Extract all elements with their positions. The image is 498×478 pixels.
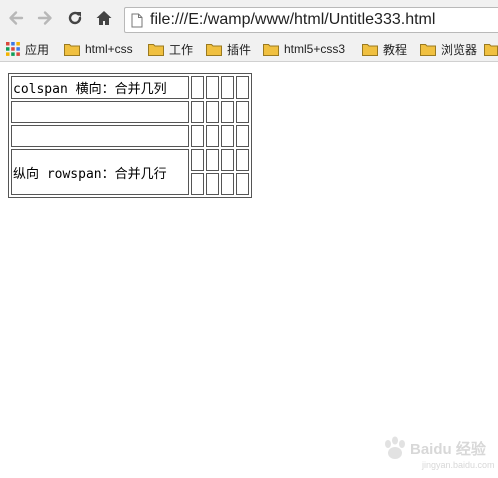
back-button[interactable] — [6, 8, 26, 28]
table-cell — [191, 173, 204, 195]
bookmark-label: html+css — [85, 42, 133, 56]
bookmark-label: 工作 — [169, 42, 194, 57]
table-cell — [236, 173, 249, 195]
back-icon — [9, 11, 24, 25]
table-row: 纵向 rowspan：合并几行 — [11, 149, 249, 195]
table-cell — [191, 76, 204, 99]
forward-icon — [37, 11, 52, 25]
table-cell — [206, 76, 219, 99]
watermark-text: Baidu 经验 — [410, 441, 486, 458]
page-icon — [131, 13, 143, 28]
reload-icon — [68, 11, 82, 25]
table-cell — [11, 125, 189, 147]
folder-icon — [263, 43, 279, 56]
bookmark-work[interactable]: 工作 — [148, 40, 193, 58]
bookmark-label: html5+css3 — [284, 42, 346, 56]
bookmark-label: 插件 — [227, 42, 252, 57]
folder-icon — [362, 43, 378, 56]
table-cell — [206, 101, 219, 123]
bookmarks-bar: 应用 html+css 工作 插件 html5+css3 教程 浏览器 — [0, 36, 498, 62]
table-row — [11, 125, 249, 147]
bookmark-browsers[interactable]: 浏览器 — [420, 40, 477, 58]
table-row — [11, 101, 249, 123]
reload-button[interactable] — [65, 8, 85, 28]
bookmark-plugins[interactable]: 插件 — [206, 40, 251, 58]
table-cell — [221, 76, 234, 99]
folder-icon — [148, 43, 164, 56]
apps-grid-icon — [6, 42, 20, 56]
table-cell — [11, 101, 189, 123]
table-cell — [221, 125, 234, 147]
table-cell — [191, 101, 204, 123]
browser-toolbar: file:///E:/wamp/www/html/Untitle333.html — [0, 0, 498, 36]
table-cell — [221, 101, 234, 123]
bookmark-html5-css3[interactable]: html5+css3 — [263, 40, 345, 58]
watermark: Baidu 经验 jingyan.baidu.com — [382, 434, 495, 478]
bookmark-html-css[interactable]: html+css — [64, 40, 133, 58]
bookmarks-overflow-button[interactable] — [484, 40, 498, 58]
bookmark-apps[interactable]: 应用 — [6, 40, 49, 58]
colspan-cell: colspan 横向：合并几列 — [11, 76, 189, 99]
home-icon — [96, 11, 112, 25]
url-text: file:///E:/wamp/www/html/Untitle333.html — [150, 11, 436, 28]
table-cell — [206, 173, 219, 195]
bookmark-label: 应用 — [25, 42, 50, 57]
table-row: colspan 横向：合并几列 — [11, 76, 249, 99]
table-cell — [236, 125, 249, 147]
table-cell — [221, 173, 234, 195]
folder-icon — [420, 43, 436, 56]
folder-icon — [64, 43, 80, 56]
table-cell — [236, 76, 249, 99]
bookmark-label: 浏览器 — [441, 42, 478, 57]
bookmark-label: 教程 — [383, 42, 408, 57]
table-cell — [236, 149, 249, 171]
table-cell — [206, 125, 219, 147]
rowspan-cell: 纵向 rowspan：合并几行 — [11, 149, 189, 195]
bookmark-tutorials[interactable]: 教程 — [362, 40, 407, 58]
home-button[interactable] — [94, 8, 114, 28]
table-cell — [191, 125, 204, 147]
table-cell — [206, 149, 219, 171]
merge-demo-table: colspan 横向：合并几列 纵向 rowspan：合并几行 — [8, 73, 252, 198]
folder-icon — [484, 43, 498, 56]
watermark-sub: jingyan.baidu.com — [422, 460, 495, 470]
table-cell — [221, 149, 234, 171]
paw-icon — [385, 436, 405, 459]
table-cell — [236, 101, 249, 123]
page-content: colspan 横向：合并几列 纵向 rowspan：合并几行 Baidu 经验… — [0, 62, 498, 470]
address-bar[interactable]: file:///E:/wamp/www/html/Untitle333.html — [124, 7, 498, 33]
folder-icon — [206, 43, 222, 56]
table-cell — [191, 149, 204, 171]
forward-button[interactable] — [35, 8, 55, 28]
